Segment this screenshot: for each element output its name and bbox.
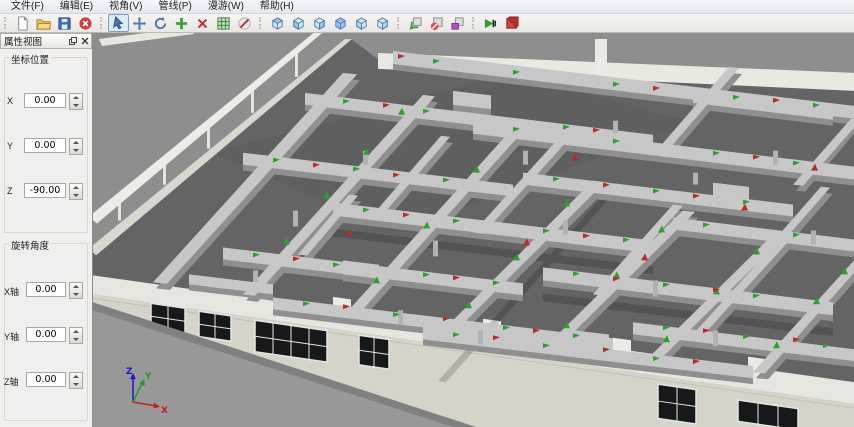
roam-start-button[interactable] — [480, 14, 501, 32]
new-file-icon — [15, 16, 30, 31]
block-model-button[interactable] — [426, 14, 447, 32]
menu-pipeline[interactable]: 管线(P) — [150, 0, 199, 13]
coord-x-input[interactable] — [24, 93, 66, 108]
delete-button[interactable] — [192, 14, 213, 32]
move-icon — [132, 16, 147, 31]
coord-x-row: X — [0, 93, 92, 109]
menu-file[interactable]: 文件(F) — [3, 0, 52, 13]
merge-model-button[interactable] — [447, 14, 468, 32]
axis-y-label: Y — [144, 372, 152, 382]
properties-panel-header[interactable]: 属性视图 — [0, 33, 92, 49]
red-x-icon — [195, 16, 210, 31]
purple-box-icon — [450, 16, 465, 31]
view-cube-icon — [354, 16, 369, 31]
menu-help[interactable]: 帮助(H) — [252, 0, 302, 13]
new-file-button[interactable] — [12, 14, 33, 32]
view-cube-icon — [375, 16, 390, 31]
axis-x-label: X — [161, 406, 168, 416]
coord-z-label: Z — [7, 186, 13, 196]
no-entry-icon — [237, 16, 252, 31]
blocked-box-icon — [429, 16, 444, 31]
axis-z-label: Z — [126, 367, 133, 377]
coord-y-row: Y — [0, 138, 92, 154]
rotate-icon — [153, 16, 168, 31]
menu-view[interactable]: 视角(V) — [101, 0, 150, 13]
coord-y-label: Y — [7, 141, 13, 151]
view-cube-icon — [270, 16, 285, 31]
add-button[interactable] — [171, 14, 192, 32]
view-front-button[interactable] — [267, 14, 288, 32]
disable-button[interactable] — [234, 14, 255, 32]
rotate-button[interactable] — [150, 14, 171, 32]
coord-y-input[interactable] — [24, 138, 66, 153]
rot-y-row: Y轴 — [0, 327, 92, 343]
roof-duct-scene: Z Y X — [93, 33, 854, 427]
coord-x-label: X — [7, 96, 13, 106]
view-bottom-button[interactable] — [330, 14, 351, 32]
close-panel-icon[interactable] — [79, 36, 90, 47]
rot-z-input[interactable] — [26, 372, 66, 387]
coord-z-input[interactable] — [24, 183, 66, 198]
menu-bar: 文件(F) 编辑(E) 视角(V) 管线(P) 漫游(W) 帮助(H) — [0, 0, 854, 14]
toolbar-grip — [100, 17, 105, 29]
coord-z-row: Z — [0, 183, 92, 199]
rot-y-spinner[interactable] — [69, 327, 83, 344]
grid-icon — [216, 16, 231, 31]
application-window: 文件(F) 编辑(E) 视角(V) 管线(P) 漫游(W) 帮助(H) — [0, 0, 854, 427]
stop-box-icon — [504, 16, 519, 31]
float-panel-icon[interactable] — [67, 36, 78, 47]
rot-z-spinner[interactable] — [69, 372, 83, 389]
view-cube-icon — [291, 16, 306, 31]
coordinate-group-title: 坐标位置 — [9, 52, 51, 66]
rot-z-label: Z轴 — [4, 375, 19, 388]
properties-panel: 属性视图 坐标位置 X Y Z — [0, 33, 93, 427]
import-model-button[interactable] — [405, 14, 426, 32]
toolbar — [0, 14, 854, 33]
rot-x-row: X轴 — [0, 282, 92, 298]
panel-title: 属性视图 — [1, 34, 67, 48]
select-cursor-icon — [111, 16, 126, 31]
save-button[interactable] — [54, 14, 75, 32]
coord-y-spinner[interactable] — [69, 138, 83, 155]
roam-stop-button[interactable] — [501, 14, 522, 32]
view-back-button[interactable] — [288, 14, 309, 32]
rot-y-label: Y轴 — [4, 330, 19, 343]
rot-x-label: X轴 — [4, 285, 19, 298]
rot-x-input[interactable] — [26, 282, 66, 297]
menu-roam[interactable]: 漫游(W) — [200, 0, 252, 13]
rot-y-input[interactable] — [26, 327, 66, 342]
rot-x-spinner[interactable] — [69, 282, 83, 299]
view-top-button[interactable] — [309, 14, 330, 32]
toolbar-grip — [259, 17, 264, 29]
view-right-button[interactable] — [372, 14, 393, 32]
walk-play-icon — [483, 16, 498, 31]
3d-viewport[interactable]: Z Y X — [93, 33, 854, 427]
coord-x-spinner[interactable] — [69, 93, 83, 110]
rot-z-row: Z轴 — [0, 372, 92, 388]
toolbar-grip — [472, 17, 477, 29]
save-icon — [57, 16, 72, 31]
close-red-icon — [78, 16, 93, 31]
plus-icon — [174, 16, 189, 31]
toolbar-grip — [4, 17, 9, 29]
menu-edit[interactable]: 编辑(E) — [52, 0, 101, 13]
view-cube-icon — [312, 16, 327, 31]
toolbar-grip — [397, 17, 402, 29]
move-button[interactable] — [129, 14, 150, 32]
close-button[interactable] — [75, 14, 96, 32]
grid-snap-button[interactable] — [213, 14, 234, 32]
view-cube-icon — [333, 16, 348, 31]
open-folder-icon — [36, 16, 51, 31]
view-left-button[interactable] — [351, 14, 372, 32]
rotation-group-title: 旋转角度 — [9, 238, 51, 252]
open-file-button[interactable] — [33, 14, 54, 32]
select-button[interactable] — [108, 14, 129, 32]
coord-z-spinner[interactable] — [69, 183, 83, 200]
import-arrow-icon — [408, 16, 423, 31]
